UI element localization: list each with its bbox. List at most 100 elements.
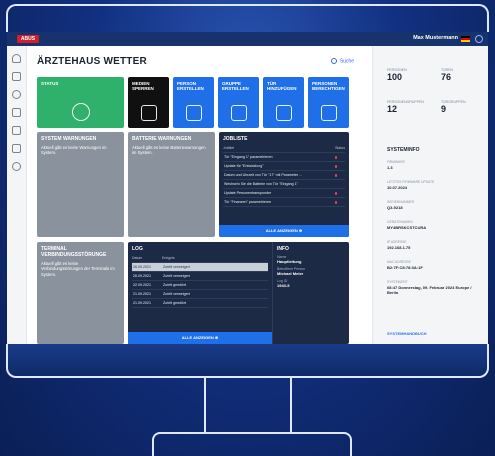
info-panel: INFO Name Hauptleitung Betroffene Person…	[272, 242, 349, 344]
battery-warnings-text: Aktuell gibt es keine Batteriewarnungen …	[132, 145, 206, 156]
log-show-all-button[interactable]: ALLE ANZEIGEN ⊕	[128, 332, 272, 344]
home-icon[interactable]	[12, 54, 21, 63]
joblist-row[interactable]: Tür "Eingang 1" parametrieren	[223, 153, 345, 162]
abus-logo: ABUS	[17, 35, 39, 43]
sysinfo-value: 1.3	[387, 165, 393, 170]
log-panel: LOG Datum Ereignis 26.09.2021 Zutritt ver…	[128, 242, 272, 344]
sysinfo-item: FIRMWARE 1.3	[387, 160, 405, 170]
battery-warnings-panel: BATTERIE WARNUNGEN Aktuell gibt es keine…	[128, 132, 215, 237]
page-title: ÄRZTEHAUS WETTER	[37, 56, 147, 67]
status-dot-icon	[334, 174, 337, 177]
joblist-show-all-button[interactable]: ALLE ANZEIGEN ⊕	[219, 225, 349, 237]
stat-value: 9	[441, 104, 447, 114]
system-manual-link[interactable]: SYSTEMHANDBUCH	[387, 331, 427, 336]
joblist-row-text: Update für "Entwicklung"	[224, 164, 264, 168]
log-date: 21.09.2021	[133, 292, 151, 296]
sysinfo-value: 192.168.1.75	[387, 245, 411, 250]
log-icon[interactable]	[12, 144, 21, 153]
top-bar: ABUS Max Mustermann	[7, 32, 488, 46]
log-row[interactable]: 26.09.2021 Zutritt verweigert	[132, 263, 268, 272]
tile-personen-berechtigen[interactable]: PERSONEN BERECHTIGEN	[308, 77, 349, 128]
user-name[interactable]: Max Mustermann	[413, 35, 458, 41]
status-dot-icon	[334, 165, 337, 168]
joblist-row-text: Update Personentransponder	[224, 191, 272, 195]
info-title: INFO	[277, 246, 289, 252]
sysinfo-value: Q3-9218	[387, 205, 403, 210]
tile-medien-label: MEDIEN SPERREN	[132, 81, 154, 92]
add-person-icon	[185, 105, 202, 121]
tile-gruppe-erstellen[interactable]: GRUPPE ERSTELLEN	[218, 77, 259, 128]
log-row[interactable]: 21.09.2021 Zutritt gewährt	[132, 299, 268, 308]
doors-icon[interactable]	[12, 72, 21, 81]
info-log-value: 1943-5	[277, 283, 290, 288]
tile-medien-sperren[interactable]: MEDIEN SPERREN	[128, 77, 169, 128]
sysinfo-item: GERÄTENAMEN MY4BRSKCSTCURA	[387, 220, 426, 230]
log-row[interactable]: 21.09.2021 Zutritt verweigert	[132, 290, 268, 299]
log-date: 21.09.2021	[133, 301, 151, 305]
permissions-icon	[320, 105, 337, 121]
calendar-icon[interactable]	[12, 126, 21, 135]
transponder-icon[interactable]	[12, 108, 21, 117]
tile-tuer-hinzufuegen[interactable]: TÜR HINZUFÜGEN	[263, 77, 304, 128]
left-nav	[7, 46, 27, 344]
app-screen: ABUS Max Mustermann ÄRZTEHAUS WETTER Suc…	[7, 32, 488, 344]
sysinfo-value: B2:7F:C8:78:3A:1F	[387, 265, 423, 270]
sysinfo-item: IP ADRESSE 192.168.1.75	[387, 240, 410, 250]
log-row[interactable]: 26.09.2021 Zutritt verweigert	[132, 272, 268, 281]
status-dot-icon	[334, 201, 337, 204]
stat-personengruppen: PERSONENGRUPPEN 12	[387, 100, 424, 114]
log-date: 26.09.2021	[133, 274, 151, 278]
joblist-row[interactable]: Tür "Finanzen" parametrieren	[223, 198, 345, 207]
info-person-value: Michael Meier	[277, 271, 304, 276]
tile-status[interactable]: STATUS	[37, 77, 124, 128]
joblist-row[interactable]: Update für "Entwicklung"	[223, 162, 345, 171]
monitor-base	[152, 432, 352, 456]
log-event: Zutritt verweigert	[163, 292, 190, 296]
stat-value: 76	[441, 72, 452, 82]
sysinfo-item: LETZTES FIRMWARE UPDATE 10.07.2024	[387, 180, 434, 190]
monitor-stem	[204, 378, 292, 434]
search-button[interactable]: Suche	[330, 58, 354, 65]
system-warnings-panel: SYSTEM WARNUNGEN Aktuell gibt es keine W…	[37, 132, 124, 237]
stat-value: 12	[387, 104, 398, 114]
log-event: Zutritt verweigert	[163, 265, 190, 269]
right-sidebar: PERSONEN 100 TÜREN 76 PERSONENGRUPPEN 12…	[372, 46, 488, 344]
tile-tuer-label: TÜR HINZUFÜGEN	[267, 81, 297, 92]
tile-person-erstellen[interactable]: PERSON ERSTELLEN	[173, 77, 214, 128]
stat-tueren: TÜREN 76	[441, 68, 453, 82]
joblist-row[interactable]: Update Personentransponder	[223, 189, 345, 198]
log-row[interactable]: 22.09.2021 Zutritt gewährt	[132, 281, 268, 290]
sysinfo-item: SYSTEMZEIT 08:47 Donnerstag, 09. Februar …	[387, 280, 477, 295]
joblist-row[interactable]: Wechseln Sie die Batterie von Tür "Einga…	[223, 180, 345, 189]
log-event: Zutritt verweigert	[163, 274, 190, 278]
info-name-value: Hauptleitung	[277, 259, 302, 264]
german-flag-icon[interactable]	[461, 36, 470, 42]
joblist-row-text: Datum und Uhrzeit von Tür "17" mit Param…	[224, 173, 303, 177]
main-content: ÄRZTEHAUS WETTER Suche STATUS MEDIEN SPE…	[27, 46, 372, 344]
key-icon	[140, 105, 157, 121]
terminal-title: TERMINAL VERBINDUNGSSTÖRUNGE	[41, 246, 107, 258]
log-show-all-label: ALLE ANZEIGEN	[181, 335, 214, 340]
joblist-row[interactable]: Datum und Uhrzeit von Tür "17" mit Param…	[223, 171, 345, 180]
log-col-date: Datum	[132, 256, 143, 260]
power-icon[interactable]	[475, 35, 483, 43]
joblist-header: Jobtitel Status	[223, 145, 345, 153]
sysinfo-label: IP ADRESSE	[387, 240, 407, 244]
sysinfo-item: MAC ADRESSE B2:7F:C8:78:3A:1F	[387, 260, 423, 270]
joblist-row-text: Tür "Eingang 1" parametrieren	[224, 155, 273, 159]
stat-personen: PERSONEN 100	[387, 68, 407, 82]
stat-tuergruppen: TÜRGRUPPEN 9	[441, 100, 466, 114]
sysinfo-value: 08:47 Donnerstag, 09. Februar 2024 Europ…	[387, 285, 472, 295]
sysinfo-item: SERIENNUMMER Q3-9218	[387, 200, 414, 210]
monitor-chin	[6, 344, 489, 378]
search-label: Suche	[339, 58, 354, 65]
monitor-bezel	[6, 4, 489, 32]
log-header: Datum Ereignis	[132, 255, 268, 263]
joblist-col-status: Status	[335, 146, 345, 150]
sysinfo-title: SYSTEMINFO	[387, 147, 420, 153]
add-door-icon	[275, 105, 292, 121]
settings-icon[interactable]	[12, 162, 21, 171]
sysinfo-label: LETZTES FIRMWARE UPDATE	[387, 180, 435, 184]
persons-icon[interactable]	[12, 90, 21, 99]
checkmark-icon	[71, 103, 90, 121]
